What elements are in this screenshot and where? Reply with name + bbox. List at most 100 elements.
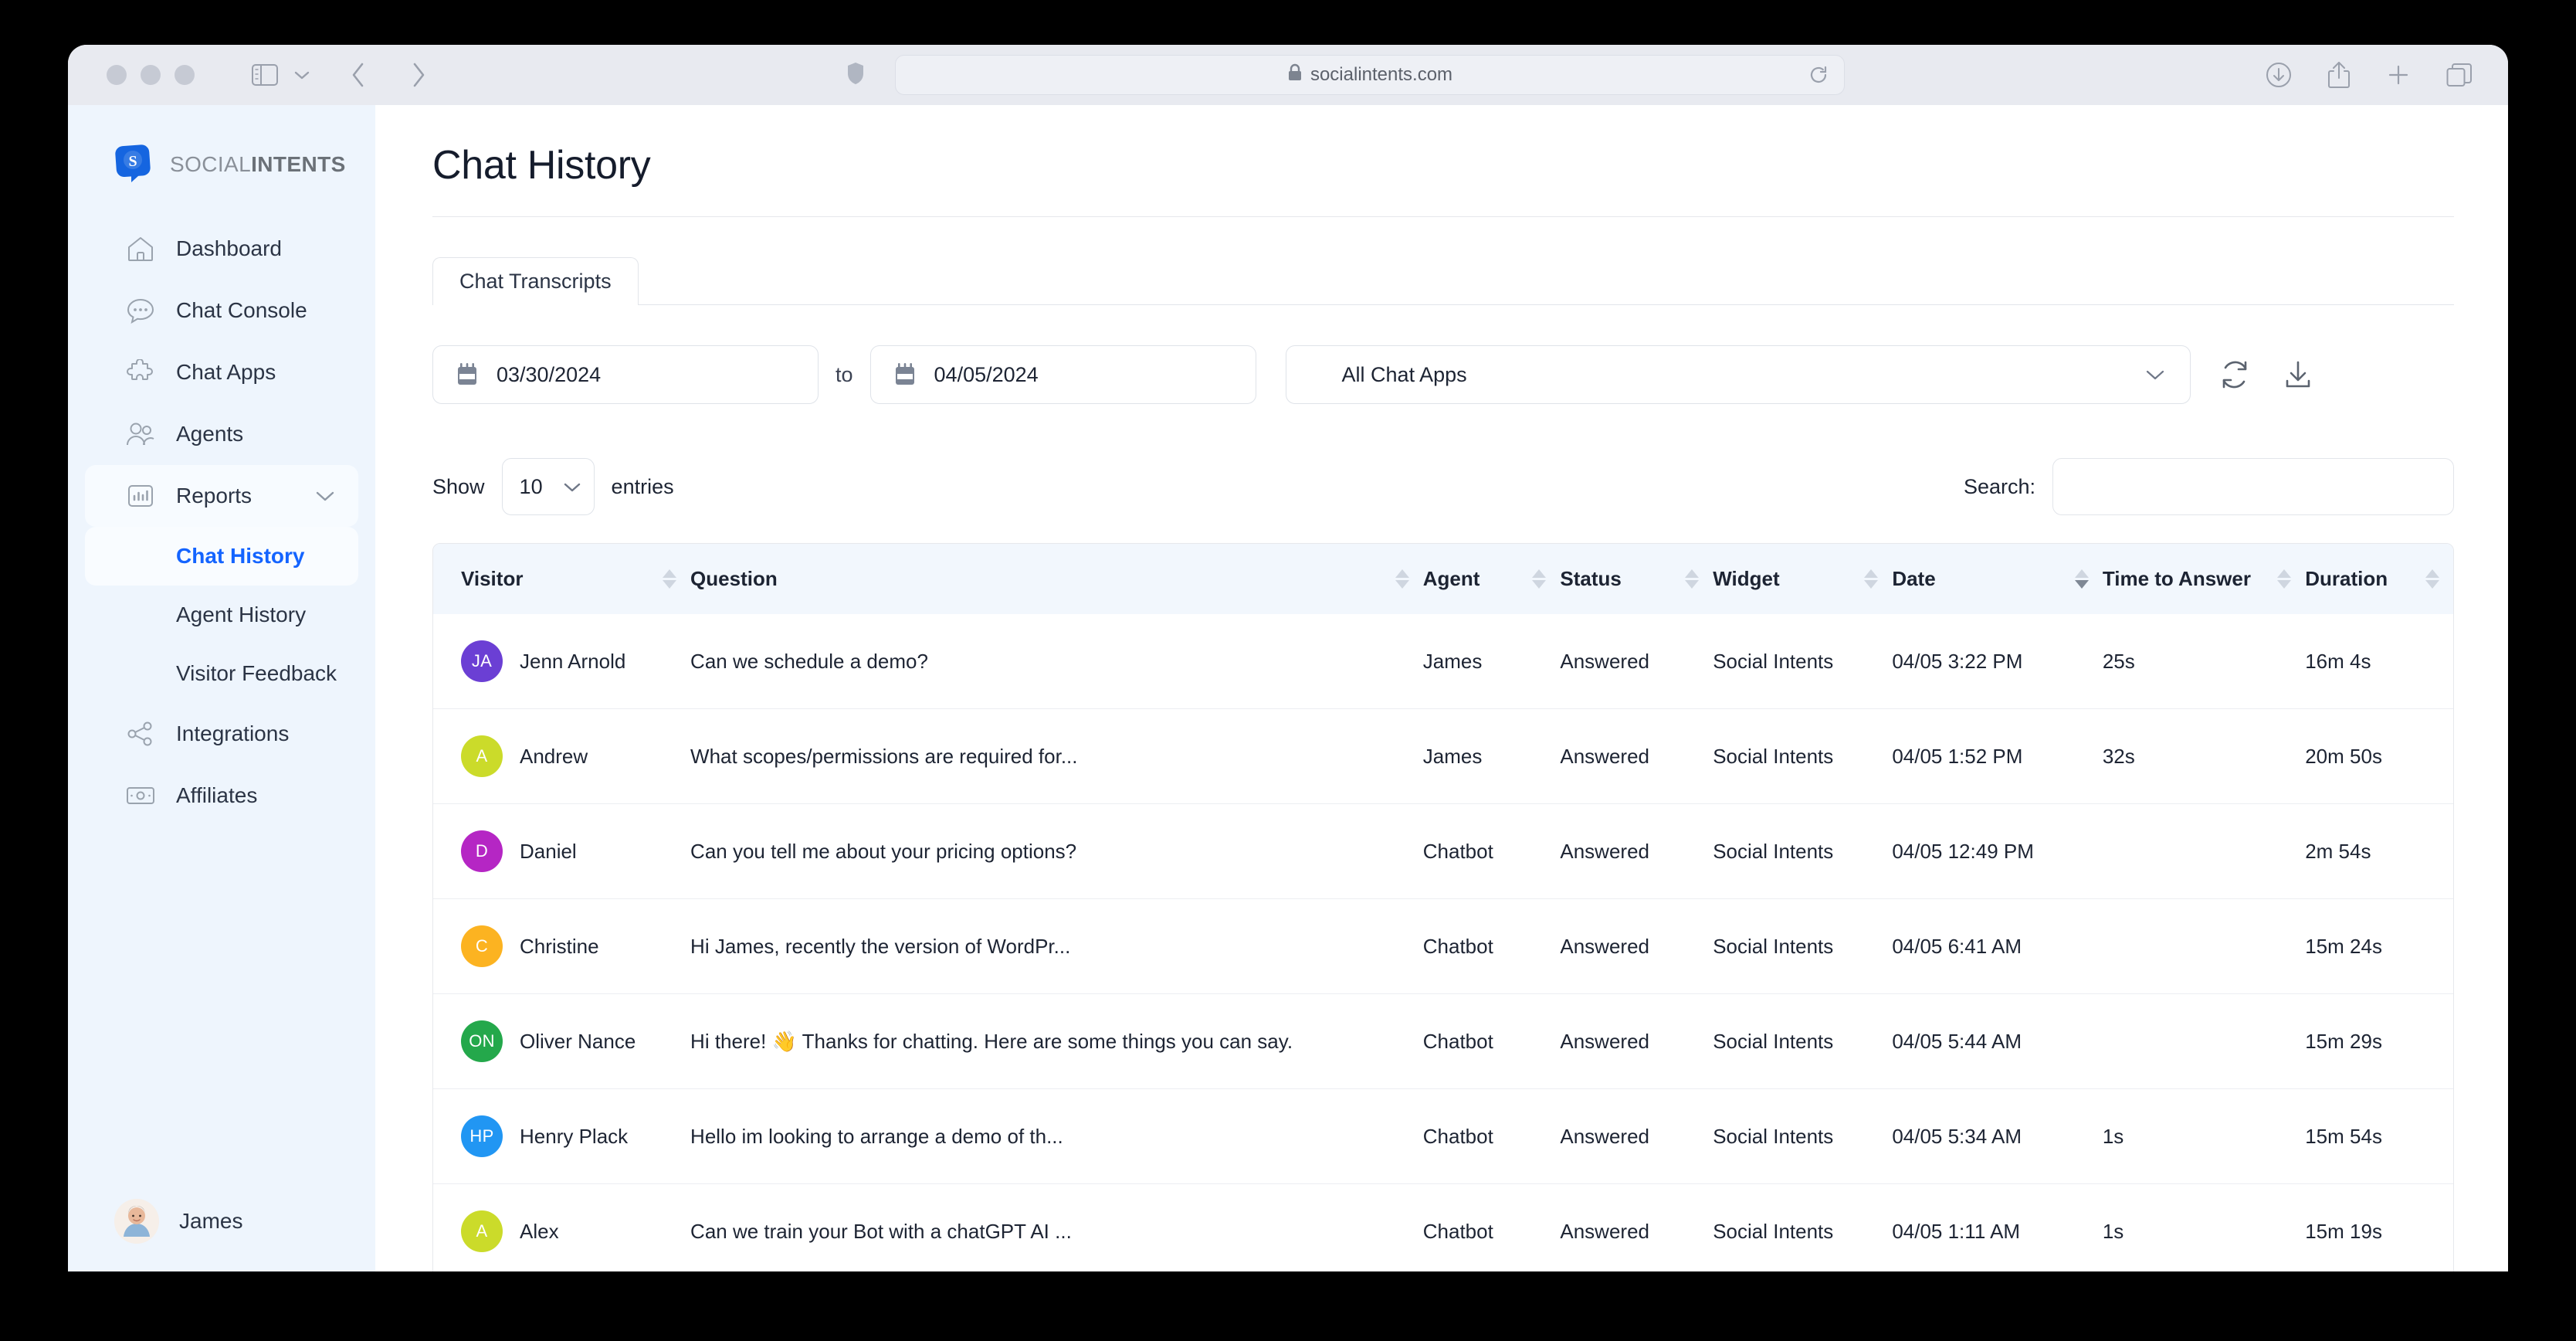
app-logo[interactable]: S SOCIALINTENTS bbox=[68, 105, 375, 190]
cell-agent: Chatbot bbox=[1422, 1219, 1493, 1243]
users-icon bbox=[125, 419, 156, 450]
column-label: Visitor bbox=[461, 567, 524, 590]
cell-date: 04/05 6:41 AM bbox=[1892, 934, 2022, 958]
column-header-question[interactable]: Question bbox=[690, 544, 1423, 614]
sidebar-item-integrations[interactable]: Integrations bbox=[85, 703, 358, 765]
forward-arrow-icon[interactable] bbox=[411, 62, 426, 88]
sidebar-item-label: Integrations bbox=[176, 721, 290, 745]
close-window-button[interactable] bbox=[107, 65, 127, 85]
table-row[interactable]: A Alex Can we train your Bot with a chatGP… bbox=[433, 1183, 2453, 1272]
avatar: C bbox=[461, 925, 503, 967]
sidebar-toggle-icon[interactable] bbox=[252, 64, 278, 86]
table-body: JA Jenn Arnold Can we schedule a demo? Jame… bbox=[433, 614, 2453, 1271]
column-header-date[interactable]: Date bbox=[1892, 544, 2103, 614]
chat-app-select[interactable]: All Chat Apps bbox=[1285, 345, 2191, 404]
sidebar-item-chat-apps[interactable]: Chat Apps bbox=[85, 341, 358, 403]
cell-duration: 20m 50s bbox=[2305, 744, 2382, 768]
sidebar-item-chat-history[interactable]: Chat History bbox=[85, 527, 358, 586]
sidebar-item-dashboard[interactable]: Dashboard bbox=[85, 218, 358, 280]
sidebar-item-chat-console[interactable]: Chat Console bbox=[85, 280, 358, 341]
tab-label: Chat Transcripts bbox=[459, 270, 612, 293]
cell-date: 04/05 5:34 AM bbox=[1892, 1124, 2022, 1148]
cell-question: Hi there! 👋 Thanks for chatting. Here ar… bbox=[690, 1029, 1293, 1053]
avatar: JA bbox=[461, 640, 503, 682]
sidebar-item-reports[interactable]: Reports bbox=[85, 465, 358, 527]
cell-agent: James bbox=[1422, 744, 1483, 768]
sidebar-item-agents[interactable]: Agents bbox=[85, 403, 358, 465]
download-button[interactable] bbox=[2283, 360, 2313, 389]
cell-duration: 15m 19s bbox=[2305, 1219, 2382, 1243]
column-header-duration[interactable]: Duration bbox=[2305, 544, 2453, 614]
logo-text-light: SOCIAL bbox=[170, 152, 252, 176]
search-label: Search: bbox=[1963, 474, 2035, 498]
share-icon[interactable] bbox=[2327, 61, 2351, 89]
column-label: Time to Answer bbox=[2102, 567, 2251, 590]
cell-question: What scopes/permissions are required for… bbox=[690, 744, 1078, 768]
cell-status: Answered bbox=[1560, 1219, 1649, 1243]
sidebar-item-agent-history[interactable]: Agent History bbox=[85, 586, 358, 644]
cell-status: Answered bbox=[1560, 1029, 1649, 1053]
sidebar-item-visitor-feedback[interactable]: Visitor Feedback bbox=[85, 644, 358, 703]
table-row[interactable]: JA Jenn Arnold Can we schedule a demo? Jame… bbox=[433, 614, 2453, 709]
avatar: A bbox=[461, 735, 503, 777]
traffic-lights bbox=[107, 65, 195, 85]
cell-widget: Social Intents bbox=[1713, 649, 1834, 673]
calendar-icon bbox=[456, 363, 478, 386]
column-header-visitor[interactable]: Visitor bbox=[433, 544, 690, 614]
avatar: HP bbox=[461, 1115, 503, 1157]
visitor-name: Andrew bbox=[520, 744, 588, 768]
cell-question: Hello im looking to arrange a demo of th… bbox=[690, 1124, 1063, 1148]
date-to-field[interactable]: 04/05/2024 bbox=[869, 345, 1256, 404]
column-label: Question bbox=[690, 567, 778, 590]
new-tab-icon[interactable] bbox=[2386, 63, 2411, 87]
sidebar-subitem-label: Visitor Feedback bbox=[176, 661, 337, 685]
column-header-status[interactable]: Status bbox=[1560, 544, 1713, 614]
table-row[interactable]: ON Oliver Nance Hi there! 👋 Thanks for cha… bbox=[433, 993, 2453, 1089]
cell-time-to-answer bbox=[2103, 994, 2305, 1089]
downloads-icon[interactable] bbox=[2266, 62, 2292, 88]
sidebar-subitem-label: Agent History bbox=[176, 603, 307, 626]
sidebar-item-label: Dashboard bbox=[176, 236, 282, 260]
table-row[interactable]: HP Henry Plack Hello im looking to arrange… bbox=[433, 1088, 2453, 1184]
tab-chat-transcripts[interactable]: Chat Transcripts bbox=[432, 257, 639, 305]
refresh-button[interactable] bbox=[2220, 360, 2249, 389]
chevron-down-icon[interactable] bbox=[293, 70, 310, 80]
chat-app-selected-value: All Chat Apps bbox=[1341, 362, 1467, 386]
sidebar-user-profile[interactable]: James bbox=[68, 1199, 375, 1271]
search-input[interactable] bbox=[2052, 458, 2454, 515]
back-arrow-icon[interactable] bbox=[351, 62, 366, 88]
cell-question: Can we train your Bot with a chatGPT AI … bbox=[690, 1219, 1072, 1243]
url-bar[interactable]: socialintents.com bbox=[895, 55, 1845, 95]
sidebar-item-affiliates[interactable]: Affiliates bbox=[85, 765, 358, 827]
column-header-agent[interactable]: Agent bbox=[1423, 544, 1561, 614]
minimize-window-button[interactable] bbox=[141, 65, 161, 85]
shield-icon[interactable] bbox=[847, 62, 864, 89]
cell-widget: Social Intents bbox=[1713, 839, 1834, 863]
logo-text-bold: INTENTS bbox=[251, 152, 346, 176]
cell-status: Answered bbox=[1560, 744, 1649, 768]
app-body: S SOCIALINTENTS Dashboard Chat Console C… bbox=[68, 105, 2508, 1271]
entries-per-page-select[interactable]: 10 bbox=[501, 458, 595, 515]
table-row[interactable]: D Daniel Can you tell me about your pricin… bbox=[433, 803, 2453, 899]
maximize-window-button[interactable] bbox=[175, 65, 195, 85]
app-logo-text: SOCIALINTENTS bbox=[170, 152, 346, 177]
tab-overview-icon[interactable] bbox=[2446, 63, 2473, 87]
chevron-down-icon bbox=[563, 481, 581, 493]
cell-duration: 16m 4s bbox=[2305, 649, 2371, 673]
column-header-widget[interactable]: Widget bbox=[1713, 544, 1892, 614]
chevron-down-icon[interactable] bbox=[315, 490, 335, 502]
header-divider bbox=[432, 216, 2454, 217]
reload-icon[interactable] bbox=[1808, 65, 1829, 85]
cell-time-to-answer: 25s bbox=[2102, 649, 2135, 673]
avatar: A bbox=[461, 1210, 503, 1252]
cell-question: Can you tell me about your pricing optio… bbox=[690, 839, 1077, 863]
cell-agent: James bbox=[1422, 649, 1483, 673]
column-header-time-to-answer[interactable]: Time to Answer bbox=[2103, 544, 2305, 614]
date-from-field[interactable]: 03/30/2024 bbox=[432, 345, 819, 404]
table-row[interactable]: C Christine Hi James, recently the version… bbox=[433, 898, 2453, 994]
filter-bar: 03/30/2024 to 04/05/2024 All Chat Apps bbox=[432, 345, 2454, 404]
table-row[interactable]: A Andrew What scopes/permissions are requi… bbox=[433, 708, 2453, 804]
visitor-name: Christine bbox=[520, 934, 599, 958]
lock-icon bbox=[1287, 63, 1303, 87]
chat-history-table-wrapper: Visitor Question Agent Status Widget Dat… bbox=[432, 543, 2454, 1271]
